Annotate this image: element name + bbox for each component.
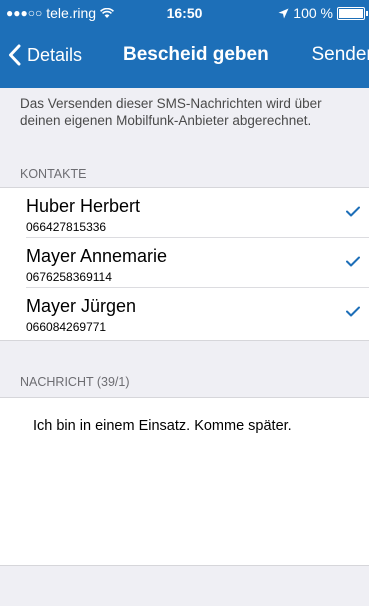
status-bar: ●●●○○ tele.ring 16:50 100 % (0, 0, 369, 26)
contact-row[interactable]: Huber Herbert 066427815336 (0, 188, 369, 238)
contact-phone: 066427815336 (26, 220, 107, 234)
contact-name: Mayer Annemarie (26, 246, 168, 266)
contact-name: Mayer Jürgen (26, 296, 137, 316)
contact-name: Huber Herbert (26, 196, 141, 216)
chevron-left-icon (9, 44, 21, 66)
navigation-bar: Details Bescheid geben Senden (0, 38, 369, 78)
page-title: Bescheid geben (123, 44, 269, 65)
location-arrow-icon (278, 8, 289, 18)
billing-notice: Das Versenden dieser SMS-Nachrichten wir… (20, 96, 322, 128)
contact-phone: 066084269771 (26, 320, 107, 334)
back-label: Details (27, 44, 83, 65)
message-section-header: NACHRICHT (39/1) (20, 375, 130, 389)
checkmark-icon (346, 206, 360, 217)
contact-phone: 0676258369114 (26, 270, 112, 284)
send-button[interactable]: Senden (311, 44, 369, 66)
contacts-section-header: KONTAKTE (20, 167, 87, 181)
message-text: Ich bin in einem Einsatz. Komme später. (33, 418, 292, 434)
back-button[interactable]: Details (8, 44, 82, 66)
status-right: 100 % (278, 5, 368, 21)
contacts-list: Huber Herbert 066427815336 Mayer Annemar… (0, 187, 369, 341)
contact-row[interactable]: Mayer Jürgen 066084269771 (0, 288, 369, 338)
message-input[interactable]: Ich bin in einem Einsatz. Komme später. (0, 397, 369, 566)
battery-icon (337, 6, 368, 20)
checkmark-icon (346, 306, 360, 317)
contact-row[interactable]: Mayer Annemarie 0676258369114 (0, 238, 369, 288)
battery-percent: 100 % (293, 5, 333, 21)
checkmark-icon (346, 256, 360, 267)
header-bar: ●●●○○ tele.ring 16:50 100 % Details Besc… (0, 0, 369, 88)
